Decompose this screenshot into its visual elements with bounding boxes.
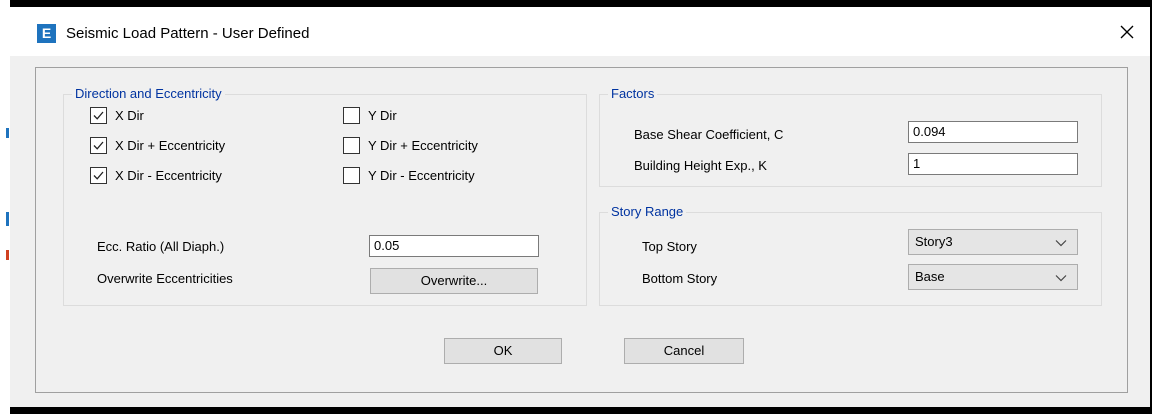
- group-title: Story Range: [608, 204, 687, 220]
- bottom-story-label: Bottom Story: [642, 271, 718, 286]
- background-window-edge: [0, 0, 10, 414]
- chevron-down-icon: [1055, 240, 1067, 247]
- checkmark-icon: [93, 111, 104, 120]
- checkbox-y-dir[interactable]: Y Dir: [343, 107, 397, 124]
- overwrite-button[interactable]: Overwrite...: [370, 268, 538, 294]
- checkmark-icon: [93, 141, 104, 150]
- direction-eccentricity-group: Direction and Eccentricity X Dir X Dir +…: [63, 86, 587, 306]
- checkbox-box[interactable]: [90, 107, 107, 124]
- checkbox-y-dir-minus-ecc[interactable]: Y Dir - Eccentricity: [343, 167, 475, 184]
- checkmark-icon: [93, 171, 104, 180]
- checkbox-label: Y Dir: [368, 108, 397, 123]
- base-shear-coefficient-input[interactable]: 0.094: [908, 121, 1078, 143]
- checkbox-label: Y Dir - Eccentricity: [368, 168, 475, 183]
- checkbox-box[interactable]: [90, 137, 107, 154]
- checkbox-x-dir-minus-ecc[interactable]: X Dir - Eccentricity: [90, 167, 222, 184]
- dialog-title: Seismic Load Pattern - User Defined: [66, 25, 310, 42]
- base-shear-coefficient-label: Base Shear Coefficient, C: [634, 127, 784, 142]
- background-marker: [6, 250, 9, 260]
- top-story-select[interactable]: Story3: [908, 229, 1078, 255]
- select-value: Story3: [915, 234, 953, 249]
- close-button[interactable]: [1104, 7, 1150, 56]
- background-marker: [6, 212, 9, 226]
- checkbox-box[interactable]: [90, 167, 107, 184]
- group-title: Direction and Eccentricity: [72, 86, 225, 102]
- top-story-label: Top Story: [642, 239, 697, 254]
- bottom-story-select[interactable]: Base: [908, 264, 1078, 290]
- overwrite-eccentricities-label: Overwrite Eccentricities: [97, 271, 233, 286]
- ecc-ratio-input[interactable]: 0.05: [369, 235, 539, 257]
- checkbox-box[interactable]: [343, 107, 360, 124]
- chevron-down-icon: [1055, 275, 1067, 282]
- ok-button[interactable]: OK: [444, 338, 562, 364]
- building-height-exp-label: Building Height Exp., K: [634, 158, 767, 173]
- checkbox-x-dir-plus-ecc[interactable]: X Dir + Eccentricity: [90, 137, 225, 154]
- title-bar: E Seismic Load Pattern - User Defined: [10, 7, 1150, 56]
- checkbox-y-dir-plus-ecc[interactable]: Y Dir + Eccentricity: [343, 137, 478, 154]
- dialog-client-area: Direction and Eccentricity X Dir X Dir +…: [35, 67, 1128, 393]
- checkbox-label: X Dir: [115, 108, 144, 123]
- checkbox-x-dir[interactable]: X Dir: [90, 107, 144, 124]
- story-range-group: Story Range Top Story Story3 Bottom Stor…: [599, 204, 1102, 306]
- ecc-ratio-label: Ecc. Ratio (All Diaph.): [97, 239, 225, 254]
- close-icon: [1120, 25, 1134, 39]
- checkbox-box[interactable]: [343, 137, 360, 154]
- cancel-button[interactable]: Cancel: [624, 338, 744, 364]
- background-marker: [6, 128, 9, 138]
- factors-group: Factors Base Shear Coefficient, C 0.094 …: [599, 86, 1102, 187]
- checkbox-label: X Dir + Eccentricity: [115, 138, 226, 153]
- checkbox-label: Y Dir + Eccentricity: [368, 138, 478, 153]
- group-title: Factors: [608, 86, 658, 102]
- etabs-app-icon: E: [37, 24, 56, 43]
- checkbox-box[interactable]: [343, 167, 360, 184]
- building-height-exp-input[interactable]: 1: [908, 153, 1078, 175]
- seismic-load-pattern-dialog: E Seismic Load Pattern - User Defined Di…: [10, 7, 1150, 407]
- select-value: Base: [915, 269, 945, 284]
- checkbox-label: X Dir - Eccentricity: [115, 168, 222, 183]
